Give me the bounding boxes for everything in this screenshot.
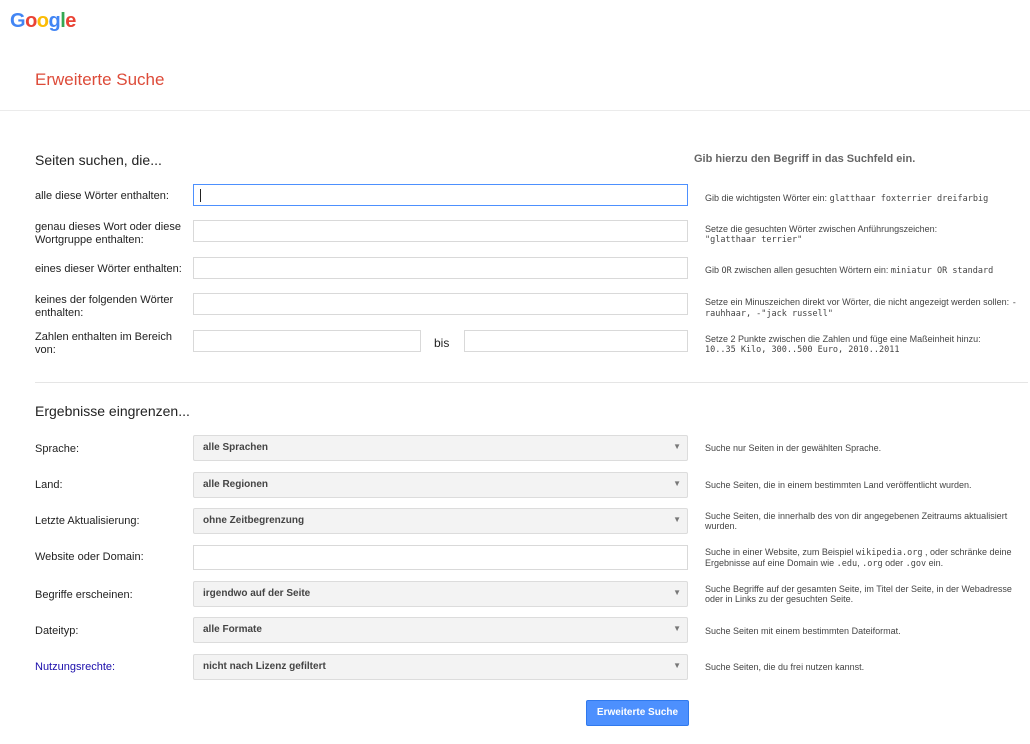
- language-value: alle Sprachen: [203, 442, 269, 453]
- hint-example: .edu: [836, 559, 858, 569]
- section-title-narrow-results: Ergebnisse eingrenzen...: [35, 403, 190, 419]
- hint-example: OR: [721, 266, 732, 276]
- hint-text: Setze 2 Punkte zwischen die Zahlen und f…: [705, 334, 981, 344]
- section-title-find-pages: Seiten suchen, die...: [35, 152, 162, 168]
- hint-text: zwischen allen gesuchten Wörtern ein:: [734, 265, 889, 275]
- hint-example: "glatthaar terrier": [705, 235, 803, 245]
- site-domain-hint: Suche in einer Website, zum Beispiel wik…: [705, 547, 1025, 569]
- region-value: alle Regionen: [203, 479, 269, 490]
- any-words-label: eines dieser Wörter enthalten:: [35, 263, 182, 275]
- terms-appear-label: Begriffe erscheinen:: [35, 589, 133, 601]
- dropdown-arrow-icon: ▼: [673, 479, 681, 488]
- logo-letter: e: [65, 10, 76, 32]
- any-words-input[interactable]: [193, 257, 688, 279]
- dropdown-arrow-icon: ▼: [673, 588, 681, 597]
- terms-appear-value: irgendwo auf der Seite: [203, 588, 311, 599]
- logo-letter: o: [25, 10, 37, 32]
- logo-letter: g: [48, 10, 61, 32]
- hint-text: Gib: [705, 265, 720, 275]
- region-select[interactable]: alle Regionen ▼: [193, 472, 688, 498]
- header-divider: [0, 110, 1030, 111]
- page-title: Erweiterte Suche: [35, 70, 165, 89]
- last-update-label: Letzte Aktualisierung:: [35, 515, 140, 527]
- hint-text: Setze die gesuchten Wörter zwischen Anfü…: [705, 224, 938, 234]
- none-words-label: keines der folgenden Wörter enthalten:: [35, 294, 174, 319]
- range-separator: bis: [434, 336, 450, 350]
- exact-phrase-label: genau dieses Wort oder diese Wortgruppe …: [35, 221, 181, 246]
- range-to-input[interactable]: [464, 330, 688, 352]
- region-label: Land:: [35, 479, 63, 491]
- last-update-value: ohne Zeitbegrenzung: [203, 515, 305, 526]
- terms-appear-hint: Suche Begriffe auf der gesamten Seite, i…: [705, 584, 1012, 604]
- number-range-hint: Setze 2 Punkte zwischen die Zahlen und f…: [705, 334, 1025, 355]
- language-hint: Suche nur Seiten in der gewählten Sprach…: [705, 443, 882, 453]
- usage-rights-link[interactable]: Nutzungsrechte:: [35, 661, 190, 674]
- hint-text: ,: [857, 558, 860, 568]
- advanced-search-button[interactable]: Erweiterte Suche: [586, 700, 689, 726]
- none-words-input[interactable]: [193, 293, 688, 315]
- hint-text: ein.: [928, 558, 944, 568]
- hint-example: glatthaar foxterrier dreifarbig: [829, 194, 989, 204]
- logo-letter: G: [10, 10, 26, 32]
- file-type-hint: Suche Seiten mit einem bestimmten Dateif…: [705, 626, 901, 636]
- exact-phrase-input[interactable]: [193, 220, 688, 242]
- exact-phrase-hint: Setze die gesuchten Wörter zwischen Anfü…: [705, 224, 1025, 245]
- usage-rights-hint: Suche Seiten, die du frei nutzen kannst.: [705, 662, 865, 672]
- terms-appear-select[interactable]: irgendwo auf der Seite ▼: [193, 581, 688, 607]
- file-type-value: alle Formate: [203, 624, 262, 635]
- range-from-input[interactable]: [193, 330, 421, 352]
- logo-letter: o: [36, 10, 49, 32]
- all-words-label: alle diese Wörter enthalten:: [35, 190, 169, 202]
- hint-text: Setze ein Minuszeichen direkt vor Wörter…: [705, 297, 1010, 307]
- hint-text: oder: [885, 558, 904, 568]
- file-type-label: Dateityp:: [35, 625, 79, 637]
- hint-text: Suche in einer Website, zum Beispiel: [705, 547, 854, 557]
- none-words-hint: Setze ein Minuszeichen direkt vor Wörter…: [705, 297, 1025, 319]
- hint-example: wikipedia.org: [855, 548, 923, 558]
- hint-example: miniatur OR standard: [890, 266, 994, 276]
- section-divider: [35, 382, 1028, 383]
- hint-text: Gib die wichtigsten Wörter ein:: [705, 193, 828, 203]
- site-domain-label: Website oder Domain:: [35, 551, 144, 563]
- usage-rights-select[interactable]: nicht nach Lizenz gefiltert ▼: [193, 654, 688, 680]
- all-words-hint: Gib die wichtigsten Wörter ein: glatthaa…: [705, 193, 1025, 204]
- dropdown-arrow-icon: ▼: [673, 442, 681, 451]
- language-select[interactable]: alle Sprachen ▼: [193, 435, 688, 461]
- hint-example: 10..35 Kilo, 300..500 Euro, 2010..2011: [705, 345, 900, 355]
- last-update-hint: Suche Seiten, die innerhalb des von dir …: [705, 511, 1008, 531]
- hint-example: .gov: [905, 559, 927, 569]
- site-domain-input[interactable]: [193, 545, 688, 570]
- all-words-input[interactable]: [193, 184, 688, 206]
- usage-rights-value: nicht nach Lizenz gefiltert: [203, 661, 326, 672]
- google-logo[interactable]: Google: [10, 10, 76, 33]
- file-type-select[interactable]: alle Formate ▼: [193, 617, 688, 643]
- hint-header: Gib hierzu den Begriff in das Suchfeld e…: [694, 153, 916, 165]
- region-hint: Suche Seiten, die in einem bestimmten La…: [705, 480, 972, 490]
- language-label: Sprache:: [35, 443, 80, 455]
- text-caret: [200, 189, 201, 202]
- last-update-select[interactable]: ohne Zeitbegrenzung ▼: [193, 508, 688, 534]
- number-range-label: Zahlen enthalten im Bereich von:: [35, 331, 172, 356]
- dropdown-arrow-icon: ▼: [673, 624, 681, 633]
- dropdown-arrow-icon: ▼: [673, 661, 681, 670]
- dropdown-arrow-icon: ▼: [673, 515, 681, 524]
- hint-example: .org: [862, 559, 883, 569]
- any-words-hint: Gib OR zwischen allen gesuchten Wörtern …: [705, 265, 1025, 276]
